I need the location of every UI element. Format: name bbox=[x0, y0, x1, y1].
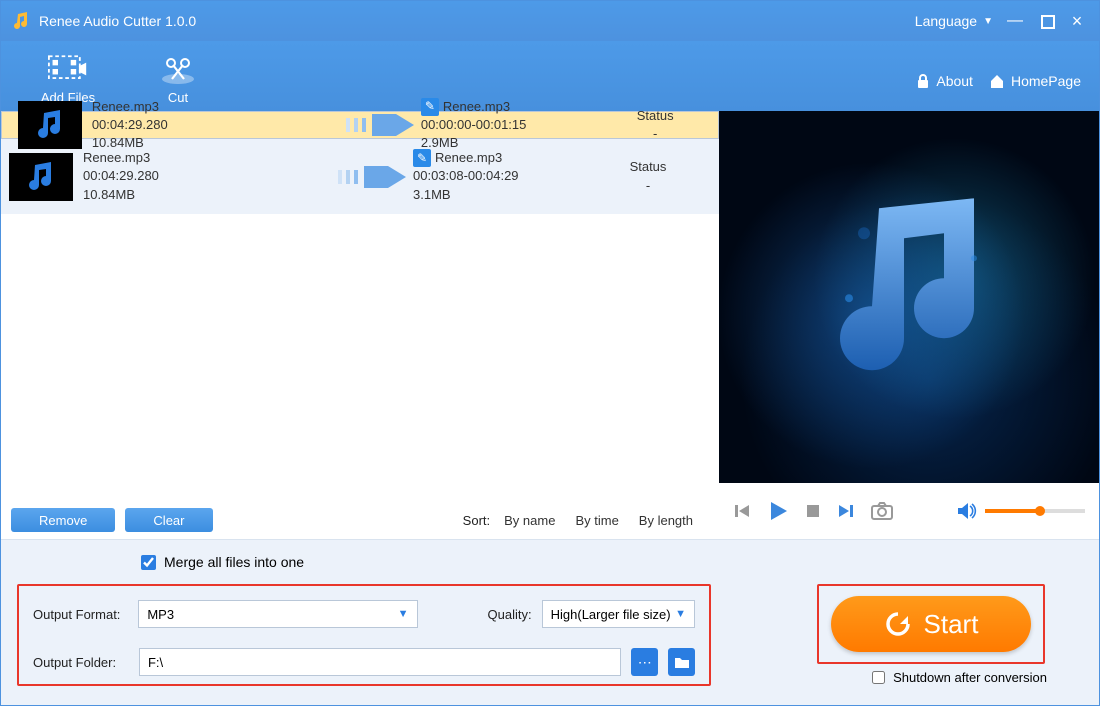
file-list: Renee.mp3 00:04:29.280 10.84MB ✎ Renee.m… bbox=[1, 111, 719, 539]
arrow-icon bbox=[333, 164, 413, 190]
folder-label: Output Folder: bbox=[33, 655, 129, 670]
minimize-button[interactable]: — bbox=[1003, 12, 1027, 30]
film-add-icon bbox=[48, 52, 88, 86]
homepage-button[interactable]: HomePage bbox=[989, 73, 1081, 89]
output-format-select[interactable]: MP3 ▼ bbox=[138, 600, 417, 628]
player-controls bbox=[719, 483, 1099, 539]
output-settings-highlight: Output Format: MP3 ▼ Quality: High(Large… bbox=[17, 584, 711, 686]
src-duration: 00:04:29.280 bbox=[83, 167, 333, 185]
file-row[interactable]: Renee.mp3 00:04:29.280 10.84MB ✎ Renee.m… bbox=[1, 111, 719, 139]
dst-file-name: Renee.mp3 bbox=[443, 98, 510, 116]
preview-screen bbox=[719, 111, 1099, 483]
dst-range: 00:03:08-00:04:29 bbox=[413, 167, 593, 185]
shutdown-checkbox-input[interactable] bbox=[872, 671, 885, 684]
stop-button[interactable] bbox=[805, 503, 821, 519]
next-button[interactable] bbox=[837, 502, 855, 520]
refresh-icon bbox=[884, 610, 912, 638]
play-button[interactable] bbox=[767, 500, 789, 522]
sort-by-time[interactable]: By time bbox=[569, 513, 624, 528]
start-highlight: Start bbox=[817, 584, 1045, 664]
lock-icon bbox=[916, 73, 930, 89]
music-note-icon bbox=[824, 198, 994, 388]
quality-label: Quality: bbox=[488, 607, 532, 622]
output-folder-input[interactable]: F:\ bbox=[139, 648, 621, 676]
edit-icon[interactable]: ✎ bbox=[421, 98, 439, 116]
src-size: 10.84MB bbox=[92, 134, 341, 152]
format-label: Output Format: bbox=[33, 607, 128, 622]
title-bar: Renee Audio Cutter 1.0.0 Language ▼ — × bbox=[1, 1, 1099, 41]
app-title: Renee Audio Cutter 1.0.0 bbox=[39, 13, 196, 29]
src-size: 10.84MB bbox=[83, 186, 333, 204]
sort-by-name[interactable]: By name bbox=[498, 513, 561, 528]
preview-pane bbox=[719, 111, 1099, 539]
start-button[interactable]: Start bbox=[831, 596, 1031, 652]
snapshot-button[interactable] bbox=[871, 502, 893, 520]
shutdown-checkbox[interactable]: Shutdown after conversion bbox=[872, 670, 1047, 685]
browse-folder-button[interactable] bbox=[668, 648, 695, 676]
more-button[interactable]: ⋯ bbox=[631, 648, 658, 676]
dst-range: 00:00:00-00:01:15 bbox=[421, 116, 600, 134]
merge-checkbox-input[interactable] bbox=[141, 555, 156, 570]
settings-pane: Merge all files into one Output Format: … bbox=[1, 539, 1099, 705]
close-button[interactable]: × bbox=[1065, 11, 1089, 32]
src-duration: 00:04:29.280 bbox=[92, 116, 341, 134]
scissors-icon bbox=[158, 52, 198, 86]
sort-by-length[interactable]: By length bbox=[633, 513, 699, 528]
remove-button[interactable]: Remove bbox=[11, 508, 115, 532]
dst-size: 3.1MB bbox=[413, 186, 593, 204]
dst-size: 2.9MB bbox=[421, 134, 600, 152]
status-label: Status bbox=[593, 158, 703, 176]
about-button[interactable]: About bbox=[916, 73, 973, 89]
volume-icon[interactable] bbox=[957, 502, 977, 520]
home-icon bbox=[989, 73, 1005, 89]
app-logo-icon bbox=[11, 11, 31, 31]
status-value: - bbox=[593, 177, 703, 195]
src-file-name: Renee.mp3 bbox=[92, 98, 341, 116]
status-label: Status bbox=[600, 107, 710, 125]
arrow-icon bbox=[341, 112, 421, 138]
merge-checkbox[interactable]: Merge all files into one bbox=[141, 554, 1083, 570]
file-thumbnail bbox=[18, 101, 82, 149]
quality-select[interactable]: High(Larger file size) ▼ bbox=[542, 600, 695, 628]
file-thumbnail bbox=[9, 153, 73, 201]
chevron-down-icon: ▼ bbox=[983, 16, 993, 27]
status-value: - bbox=[600, 125, 710, 143]
sort-label: Sort: bbox=[463, 513, 490, 528]
clear-button[interactable]: Clear bbox=[125, 508, 212, 532]
volume-slider[interactable] bbox=[985, 509, 1085, 513]
language-menu[interactable]: Language ▼ bbox=[915, 13, 993, 29]
prev-button[interactable] bbox=[733, 502, 751, 520]
chevron-down-icon: ▼ bbox=[398, 608, 409, 620]
chevron-down-icon: ▼ bbox=[675, 608, 686, 620]
maximize-button[interactable] bbox=[1041, 15, 1055, 29]
